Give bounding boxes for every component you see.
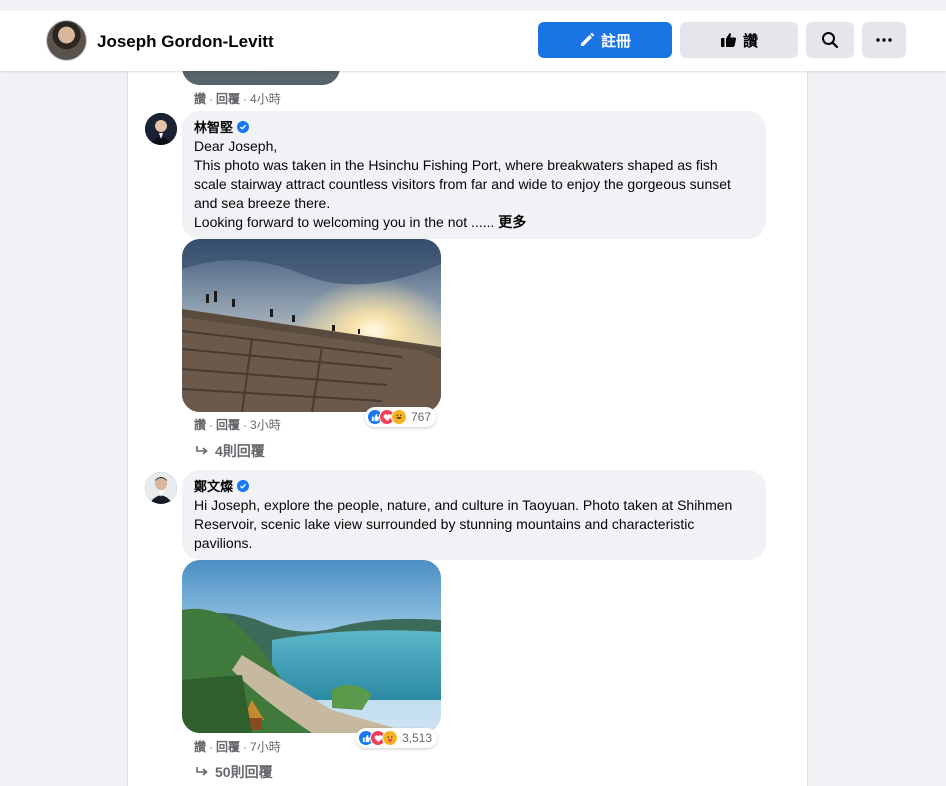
replies-count-label[interactable]: 4則回覆 <box>215 441 265 461</box>
care-reaction-icon <box>382 730 398 746</box>
reply-arrow-icon <box>196 446 208 455</box>
more-horizontal-icon <box>876 38 892 42</box>
comment-text-line: Dear Joseph, <box>194 138 278 154</box>
comment-author[interactable]: 鄭文燦 <box>194 478 754 494</box>
haha-reaction-icon <box>391 409 407 425</box>
more-options-button[interactable] <box>862 22 906 58</box>
comment-text-line: This photo was taken in the Hsinchu Fish… <box>194 157 731 211</box>
author-name[interactable]: 林智堅 <box>194 118 233 137</box>
reply-link[interactable]: 回覆 <box>216 417 240 433</box>
reaction-summary[interactable]: 767 <box>365 407 437 427</box>
replies-count-label[interactable]: 50則回覆 <box>215 762 273 782</box>
reaction-icons <box>358 730 398 746</box>
like-link[interactable]: 讚 <box>194 91 206 107</box>
profile-name[interactable]: Joseph Gordon-Levitt <box>97 32 274 52</box>
see-more-link[interactable]: 更多 <box>498 214 526 230</box>
like-link[interactable]: 讚 <box>194 417 206 433</box>
reply-arrow-icon <box>196 767 208 776</box>
reply-link[interactable]: 回覆 <box>216 91 240 107</box>
view-replies-link[interactable]: 50則回覆 <box>195 763 273 781</box>
comment-photo[interactable] <box>182 560 441 733</box>
comment-actions: 讚 · 回覆 · 3小時 <box>194 417 281 433</box>
comment-text-line: Hi Joseph, explore the people, nature, a… <box>194 497 733 551</box>
comment-photo[interactable] <box>182 239 441 412</box>
comment-author[interactable]: 林智堅 <box>194 119 754 135</box>
like-page-button[interactable]: 讚 <box>680 22 798 58</box>
comment-text-truncated: Looking forward to welcoming you in the … <box>194 214 495 230</box>
comment-actions: 讚 · 回覆 · 7小時 <box>194 739 281 755</box>
reaction-count: 3,513 <box>402 731 433 745</box>
comment-text-line: Looking forward to welcoming you in the … <box>194 213 754 232</box>
avatar[interactable] <box>145 472 177 504</box>
reaction-summary[interactable]: 3,513 <box>356 728 438 748</box>
search-button[interactable] <box>806 22 854 58</box>
page-header: Joseph Gordon-Levitt 註冊 讚 <box>0 0 946 71</box>
avatar[interactable] <box>145 113 177 145</box>
verified-badge-icon <box>237 480 250 492</box>
reaction-icons <box>367 409 407 425</box>
comment-timestamp[interactable]: 4小時 <box>250 91 281 107</box>
pencil-icon <box>580 32 595 46</box>
edit-button[interactable]: 註冊 <box>538 22 672 58</box>
profile-avatar[interactable] <box>46 20 87 61</box>
verified-badge-icon <box>237 121 250 133</box>
search-icon <box>822 32 839 49</box>
edit-button-label: 註冊 <box>600 32 631 50</box>
view-replies-link[interactable]: 4則回覆 <box>195 442 265 460</box>
comment-timestamp[interactable]: 7小時 <box>250 739 281 755</box>
author-name[interactable]: 鄭文燦 <box>194 477 233 496</box>
previous-comment-actions: 讚 · 回覆 · 4小時 <box>194 91 281 107</box>
comment-timestamp[interactable]: 3小時 <box>250 417 281 433</box>
thumbs-up-icon <box>720 33 737 47</box>
comment-bubble: 鄭文燦 Hi Joseph, explore the people, natur… <box>182 470 766 560</box>
like-button-label: 讚 <box>742 32 758 50</box>
reaction-count: 767 <box>411 410 432 424</box>
reply-link[interactable]: 回覆 <box>216 739 240 755</box>
comment-bubble: 林智堅 Dear Joseph, This photo was taken in… <box>182 111 766 239</box>
like-link[interactable]: 讚 <box>194 739 206 755</box>
